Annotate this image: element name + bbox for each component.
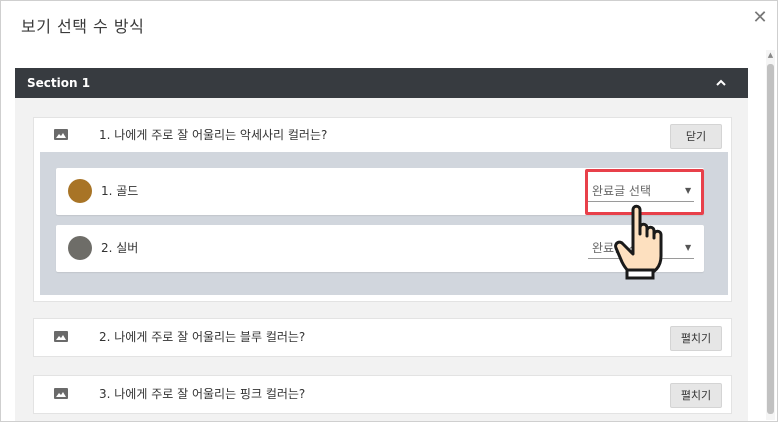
question-row: 3. 나에게 주로 잘 어울리는 핑크 컬러는? 펼치기 (34, 377, 731, 411)
image-icon (54, 129, 68, 140)
color-swatch-silver (68, 236, 92, 260)
image-icon (54, 331, 68, 342)
scrollbar[interactable]: ▲ (766, 50, 775, 420)
expand-button[interactable]: 펼치기 (670, 383, 722, 408)
color-swatch-gold (68, 179, 92, 203)
dialog: 보기 선택 수 방식 ✕ ▲ Section 1 1. 나에게 주로 잘 어울리… (0, 0, 778, 422)
question-row: 2. 나에게 주로 잘 어울리는 블루 컬러는? 펼치기 (34, 320, 731, 354)
section-label: Section 1 (27, 76, 91, 90)
dialog-title: 보기 선택 수 방식 (21, 17, 145, 36)
close-icon[interactable]: ✕ (750, 8, 770, 28)
option-label: 1. 골드 (101, 184, 139, 198)
collapse-button[interactable]: 닫기 (670, 124, 722, 149)
option-row: 2. 실버 완료글 선택 ▼ (56, 225, 704, 272)
question-text: 2. 나에게 주로 잘 어울리는 블루 컬러는? (99, 330, 306, 344)
question-block: 2. 나에게 주로 잘 어울리는 블루 컬러는? 펼치기 (33, 318, 732, 357)
question-block: 3. 나에게 주로 잘 어울리는 핑크 컬러는? 펼치기 (33, 375, 732, 414)
expand-button[interactable]: 펼치기 (670, 326, 722, 351)
section-header[interactable]: Section 1 (15, 68, 748, 98)
dropdown-arrow-icon[interactable]: ▼ (685, 238, 691, 258)
question-text: 3. 나에게 주로 잘 어울리는 핑크 컬러는? (99, 387, 306, 401)
image-icon (54, 388, 68, 399)
scroll-up-arrow-icon[interactable]: ▲ (766, 50, 775, 60)
chevron-up-icon[interactable] (715, 68, 727, 109)
scroll-thumb[interactable] (767, 64, 774, 414)
question-text: 1. 나에게 주로 잘 어울리는 악세사리 컬러는? (99, 128, 328, 142)
option-label: 2. 실버 (101, 241, 139, 255)
hand-pointer-icon (613, 204, 671, 280)
question-row: 1. 나에게 주로 잘 어울리는 악세사리 컬러는? 닫기 (34, 118, 731, 152)
